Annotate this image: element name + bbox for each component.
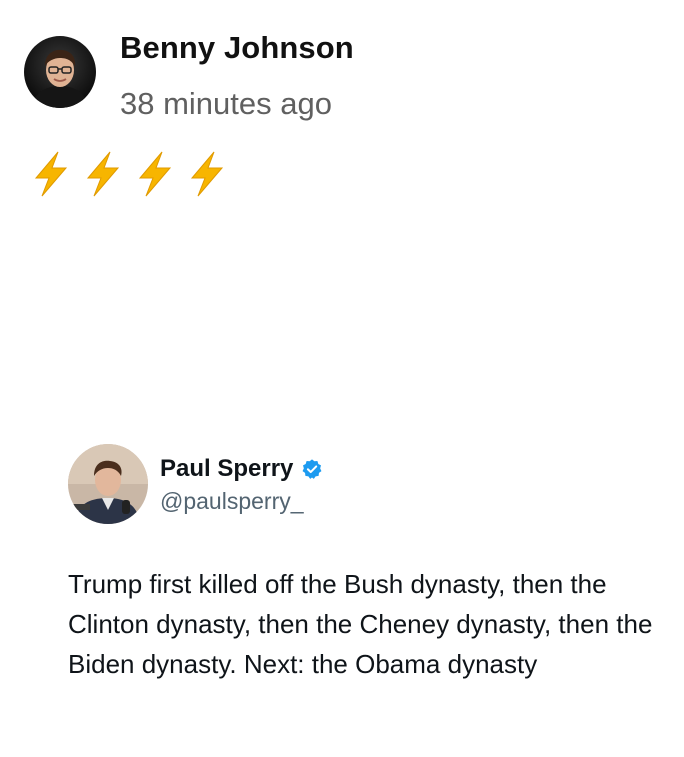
tweet-avatar (68, 444, 148, 524)
embedded-tweet-image[interactable]: Paul Sperry @paulsperry_ Trump first kil… (0, 430, 684, 757)
lightning-bolt-icon (190, 151, 224, 197)
tweet-header: Paul Sperry @paulsperry_ (68, 444, 323, 524)
tweet-text: Trump first killed off the Bush dynasty,… (68, 569, 653, 679)
post-timestamp[interactable]: 38 minutes ago (120, 84, 354, 124)
lightning-bolt-icon (34, 151, 68, 197)
tweet-meta: Paul Sperry @paulsperry_ (160, 454, 323, 516)
person-avatar-icon (68, 444, 148, 524)
person-avatar-icon (24, 36, 96, 108)
lightning-bolt-icon (138, 151, 172, 197)
tweet-name-row: Paul Sperry (160, 454, 323, 484)
tweet-display-name: Paul Sperry (160, 455, 294, 482)
author-name[interactable]: Benny Johnson (120, 28, 354, 68)
post-body (28, 150, 228, 198)
author-block: Benny Johnson 38 minutes ago (120, 28, 354, 124)
verified-badge-icon (302, 459, 322, 479)
author-avatar[interactable] (24, 36, 96, 108)
tweet-handle: @paulsperry_ (160, 488, 304, 514)
post-header: Benny Johnson 38 minutes ago (24, 28, 354, 124)
lightning-bolt-icon (86, 151, 120, 197)
